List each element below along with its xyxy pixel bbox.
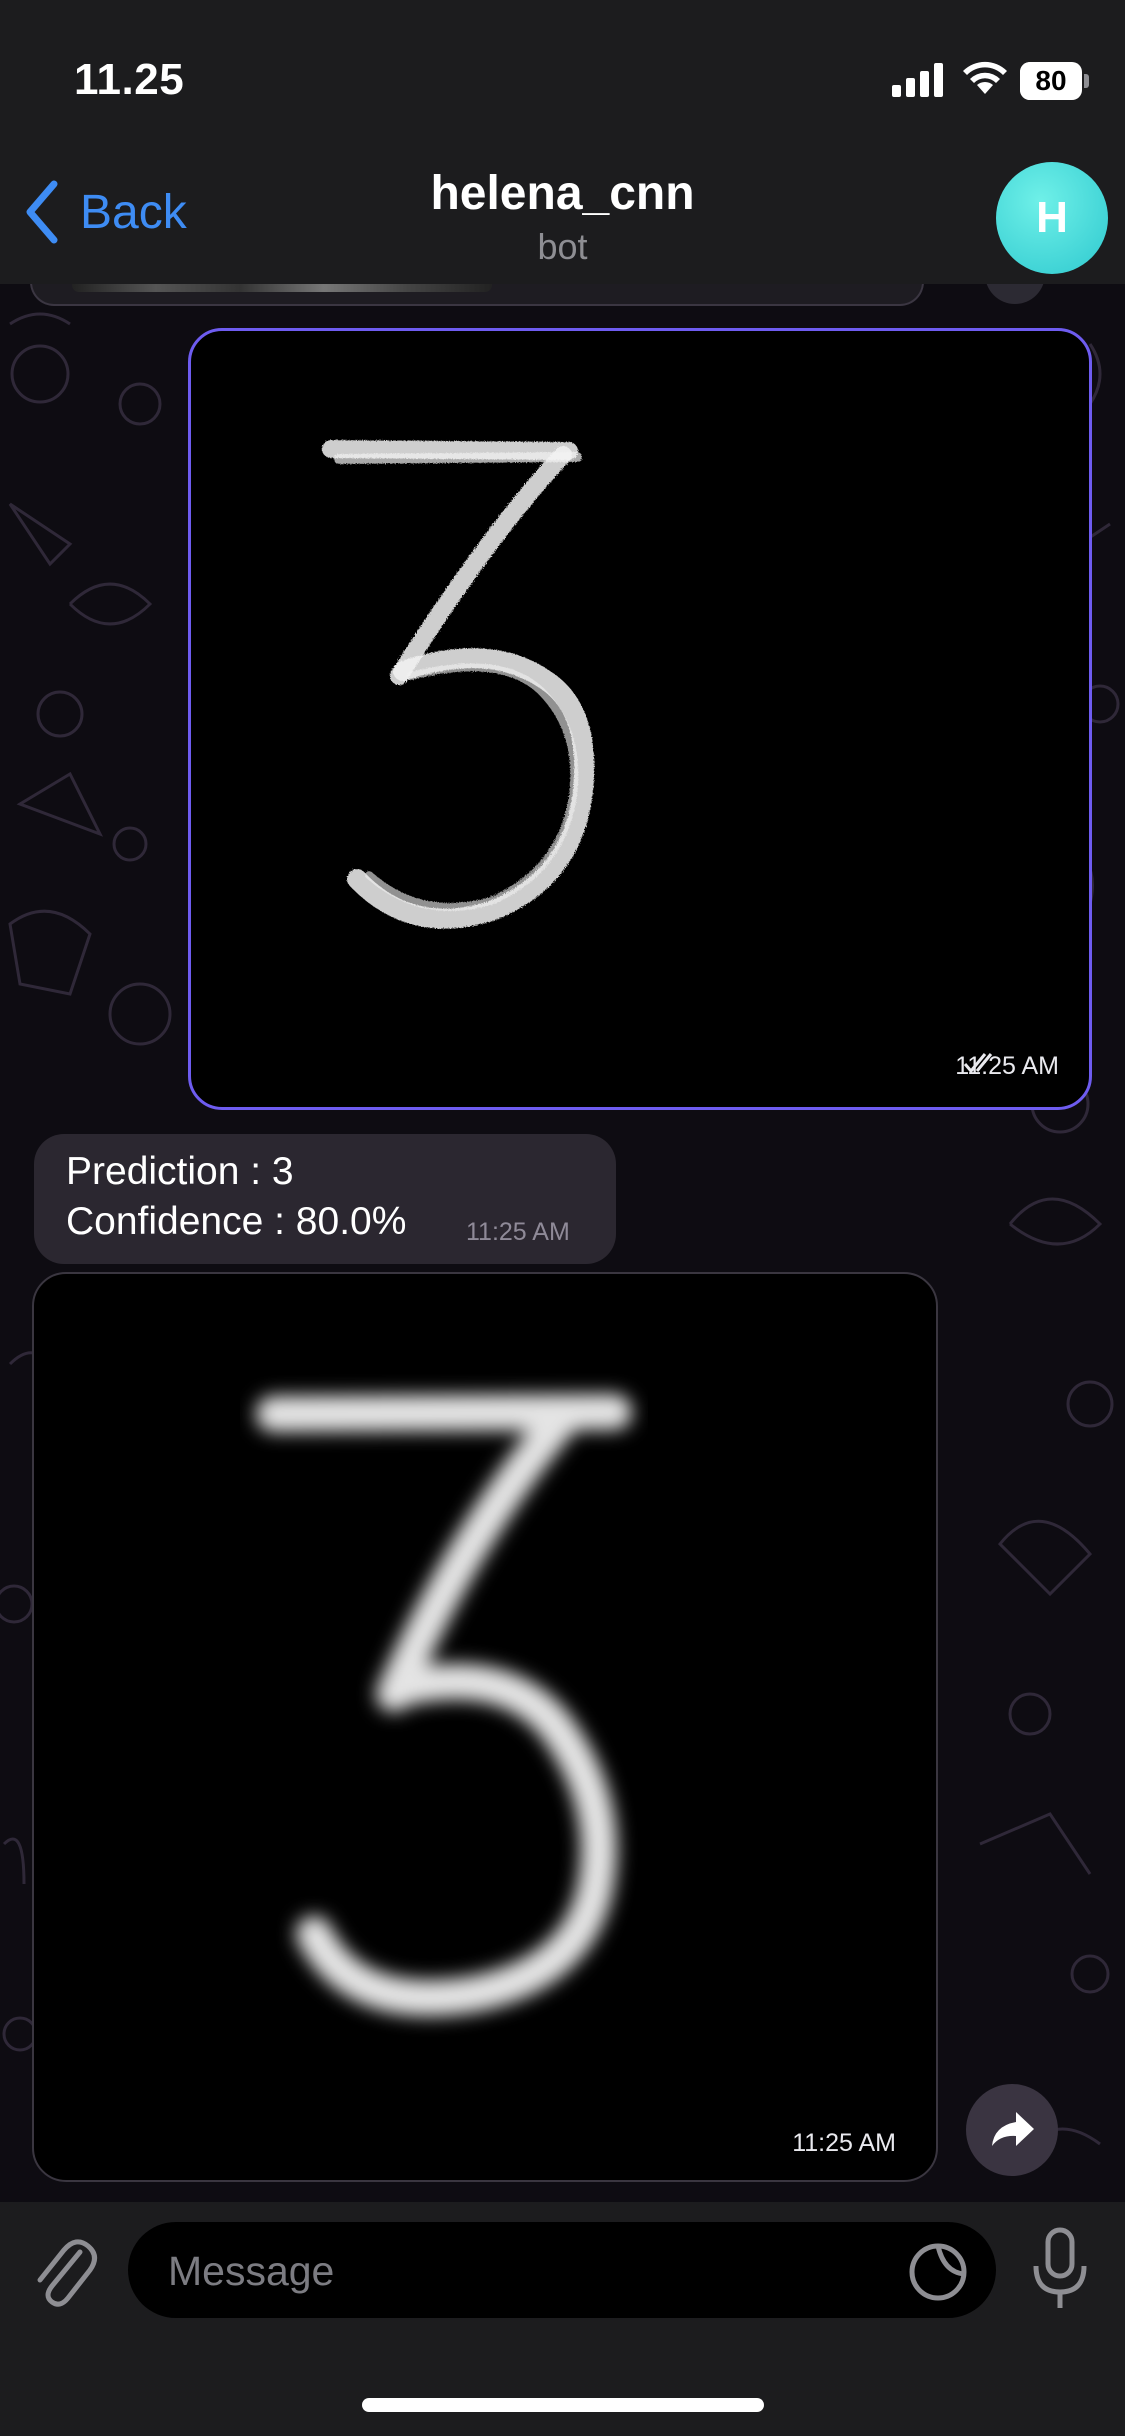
message-input[interactable] [166, 2222, 870, 2320]
sticker-icon[interactable] [908, 2242, 968, 2302]
outgoing-photo-meta: 11:25 AM [955, 1052, 1059, 1081]
microphone-icon[interactable] [1030, 2226, 1090, 2312]
bot-prediction-message[interactable]: Prediction : 3 Confidence : 80.0% 11:25 … [34, 1134, 616, 1264]
cellular-signal-icon [892, 63, 943, 97]
status-time: 11.25 [74, 55, 185, 104]
chat-subtitle: bot [537, 226, 588, 267]
paperclip-icon[interactable] [28, 2230, 100, 2310]
message-field[interactable] [128, 2222, 996, 2320]
handwritten-digit-image [322, 440, 595, 929]
double-check-icon [964, 1053, 993, 1074]
message-time: 11:25 AM [792, 2129, 896, 2157]
chat-header: Back helena_cnn bot H [0, 150, 1125, 285]
prediction-text: Prediction : 3 [66, 1150, 294, 1193]
chat-title[interactable]: helena_cnn [0, 166, 1125, 221]
forward-arrow-icon [992, 2112, 1034, 2146]
processed-digit-image [256, 1394, 632, 2016]
battery-percent: 80 [1035, 65, 1067, 96]
message-time: 11:25 AM [466, 1218, 570, 1246]
chat-area[interactable]: 11:25 AM Prediction : 3 Confidence : 80.… [0, 284, 1125, 2202]
message-input-bar [0, 2202, 1125, 2436]
wifi-icon [963, 61, 1007, 94]
home-indicator[interactable] [362, 2398, 764, 2412]
avatar[interactable]: H [996, 162, 1108, 274]
forward-button[interactable] [966, 2084, 1058, 2176]
battery-icon: 80 [1020, 62, 1090, 100]
bot-photo-message[interactable]: 11:25 AM [32, 1272, 938, 2182]
previous-message-bubble[interactable] [30, 284, 924, 306]
avatar-letter: H [1036, 193, 1068, 242]
status-bar: 11.25 80 [0, 0, 1125, 150]
outgoing-photo-message[interactable]: 11:25 AM [188, 328, 1092, 1110]
confidence-text: Confidence : 80.0% [66, 1200, 407, 1243]
